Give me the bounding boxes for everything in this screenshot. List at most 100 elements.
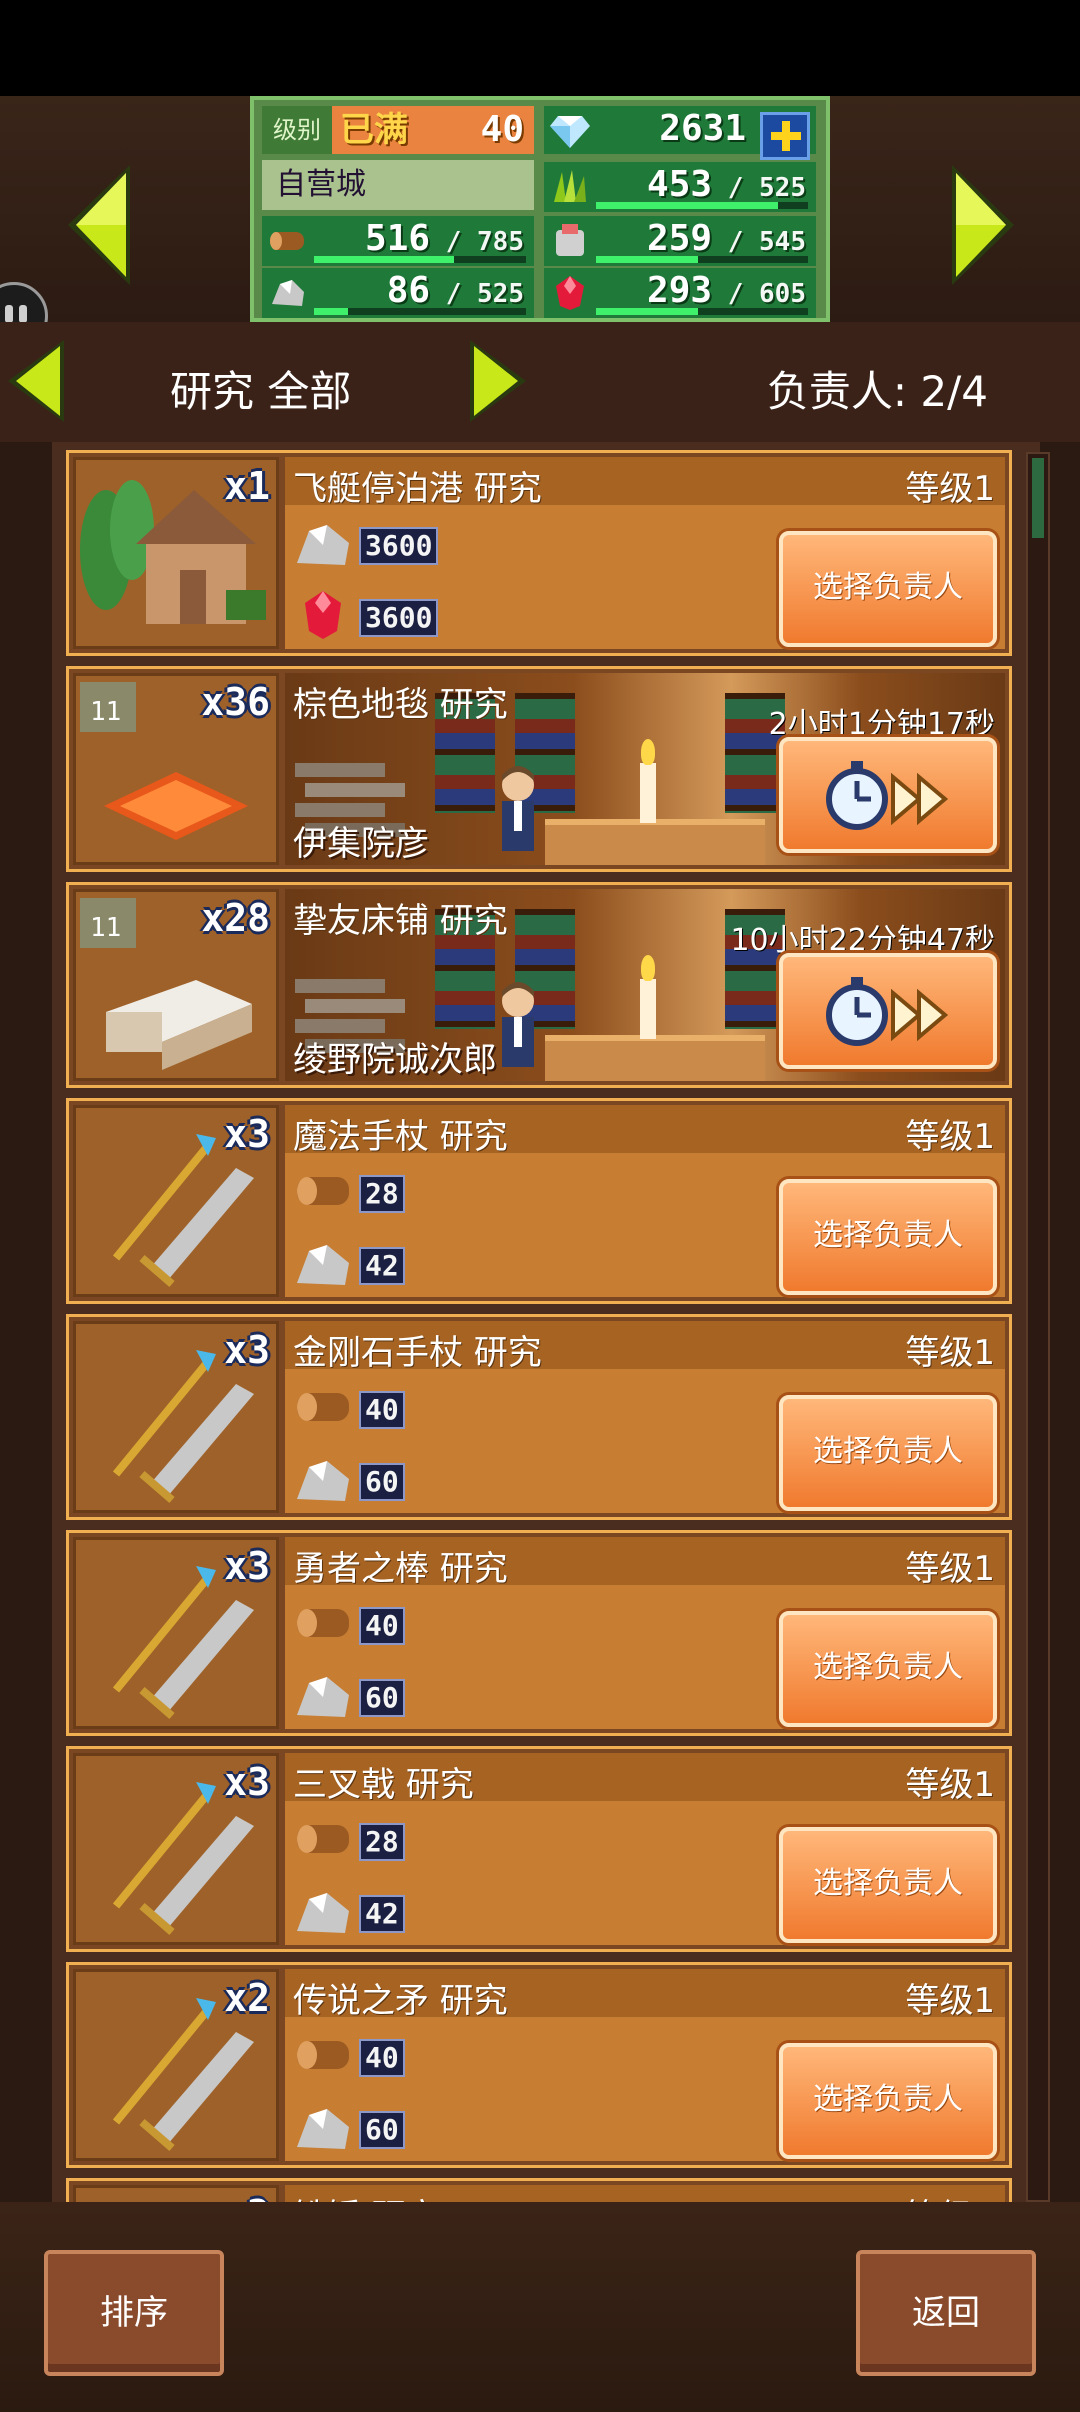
next-filter-arrow-icon[interactable] (468, 340, 526, 422)
research-item[interactable]: x3 魔法手杖 研究 等级1 28 42 选择负责人 (66, 1098, 1012, 1304)
grass-value: 453 (647, 164, 713, 205)
city-name: 自营城 (262, 160, 534, 210)
cost-ore: 42 (293, 1885, 493, 1937)
svg-text:11: 11 (90, 913, 121, 943)
multiplier: x2 (224, 2192, 270, 2202)
ore-icon (272, 280, 304, 306)
item-level: 等级1 (905, 469, 995, 509)
ore-icon (297, 1461, 349, 1501)
item-level: 等级1 (905, 1333, 995, 1373)
research-item-in-progress[interactable]: 11 x36 棕色地毯 研究 2小时1分钟17秒 伊集院彦 (66, 666, 1012, 872)
multiplier: x36 (201, 680, 270, 724)
item-title: 魔法手杖 研究 (293, 1117, 508, 1157)
item-level: 等级1 (905, 1549, 995, 1589)
item-level: 等级1 (905, 1765, 995, 1805)
item-level: 等级1 (905, 1117, 995, 1157)
prev-filter-arrow-icon[interactable] (8, 340, 66, 422)
wood-max: 785 (477, 227, 524, 257)
level-tag: 级别 (262, 106, 332, 154)
wood-icon (297, 1393, 349, 1421)
cost-ore: 60 (293, 1453, 493, 1505)
resource-wood: 516 / 785 (262, 216, 534, 266)
ore-icon (297, 2109, 349, 2149)
mana-bar (596, 256, 808, 263)
cost-ore: 60 (293, 2101, 493, 2153)
thumbnail: x2 (73, 2185, 279, 2202)
item-title: 飞艇停泊港 研究 (293, 469, 542, 509)
researcher-name: 绫野院诚次郎 (293, 1040, 497, 1080)
level-max-label: 已满 (340, 110, 408, 150)
select-researcher-button[interactable]: 选择负责人 (779, 1395, 997, 1511)
owner-count: 负责人: 2/4 (766, 367, 988, 416)
research-item[interactable]: x3 勇者之棒 研究 等级1 40 60 选择负责人 (66, 1530, 1012, 1736)
wood-bar (314, 256, 526, 263)
multiplier: x28 (201, 896, 270, 940)
multiplier: x1 (224, 464, 270, 508)
item-title: 传说之矛 研究 (293, 1981, 508, 2021)
select-researcher-button[interactable]: 选择负责人 (779, 1827, 997, 1943)
mana-icon (556, 224, 584, 256)
mana-value: 259 (647, 218, 713, 259)
item-title: 三叉戟 研究 (293, 1765, 474, 1805)
research-item[interactable]: x2 传说之矛 研究 等级1 40 60 选择负责人 (66, 1962, 1012, 2168)
diamond-icon (550, 116, 590, 148)
gem-counter: 2631 (544, 106, 816, 160)
multiplier: x2 (224, 1976, 270, 2020)
wood-value: 516 (365, 218, 431, 259)
cost-wood: 28 (293, 1165, 493, 1217)
select-researcher-button[interactable]: 选择负责人 (779, 1611, 997, 1727)
speed-up-button[interactable] (779, 953, 997, 1069)
status-bar (0, 0, 1080, 96)
item-title: 勇者之棒 研究 (293, 1549, 508, 1589)
multiplier: x3 (224, 1328, 270, 1372)
gem-count: 2631 (659, 108, 746, 149)
research-item[interactable]: x1 飞艇停泊港 研究 等级1 3600 3600 选择负责人 (66, 450, 1012, 656)
cost-wood: 40 (293, 1381, 493, 1433)
cost-wood: 40 (293, 2029, 493, 2081)
research-item[interactable]: x3 三叉戟 研究 等级1 28 42 选择负责人 (66, 1746, 1012, 1952)
resource-mana: 259 / 545 (544, 216, 816, 266)
multiplier: x3 (224, 1544, 270, 1588)
prev-city-arrow-icon[interactable] (68, 165, 132, 285)
researcher-avatar (502, 766, 534, 851)
thumbnail: x3 (73, 1105, 279, 1297)
speed-up-button[interactable] (779, 737, 997, 853)
ruby-value: 293 (647, 270, 713, 311)
grass-bar (596, 202, 808, 209)
select-researcher-button[interactable]: 选择负责人 (779, 2043, 997, 2159)
add-gems-button[interactable] (760, 112, 810, 160)
ruby-icon (305, 591, 341, 639)
back-button[interactable]: 返回 (856, 2250, 1036, 2376)
research-item-partial[interactable]: x2 铁锤 研究 等级1 (66, 2178, 1012, 2202)
research-item[interactable]: x3 金刚石手杖 研究 等级1 40 60 选择负责人 (66, 1314, 1012, 1520)
item-title: 铁锤 研究 (293, 2189, 440, 2202)
item-title: 棕色地毯 研究 (293, 685, 508, 725)
sort-button[interactable]: 排序 (44, 2250, 224, 2376)
grass-max: 525 (759, 173, 806, 203)
stopwatch-fast-forward-icon (826, 977, 949, 1046)
thumbnail: x1 (73, 457, 279, 649)
level-display: 级别 已满 40 (262, 106, 534, 154)
scrollbar[interactable] (1026, 452, 1050, 2202)
svg-text:11: 11 (90, 697, 121, 727)
thumbnail: x3 (73, 1321, 279, 1513)
research-list[interactable]: x1 飞艇停泊港 研究 等级1 3600 3600 选择负责人 11 x36 棕… (66, 450, 1012, 2202)
research-item-in-progress[interactable]: 11 x28 挚友床铺 研究 10小时22分钟47秒 绫野院诚次郎 (66, 882, 1012, 1088)
cost-ore: 3600 (293, 517, 493, 569)
ore-icon (297, 1893, 349, 1933)
ore-bar (314, 308, 526, 315)
wood-icon (297, 1177, 349, 1205)
ore-icon (297, 1677, 349, 1717)
cost-wood: 40 (293, 1597, 493, 1649)
filter-label: 研究 全部 (170, 367, 352, 416)
select-researcher-button[interactable]: 选择负责人 (779, 531, 997, 647)
grass-icon (554, 170, 586, 202)
scrollbar-thumb[interactable] (1032, 458, 1044, 538)
resource-ore: 86 / 525 (262, 268, 534, 318)
thumbnail: x3 (73, 1537, 279, 1729)
next-city-arrow-icon[interactable] (950, 165, 1014, 285)
select-researcher-button[interactable]: 选择负责人 (779, 1179, 997, 1295)
ruby-bar (596, 308, 808, 315)
cost-ore: 42 (293, 1237, 493, 1289)
stopwatch-fast-forward-icon (826, 761, 949, 830)
